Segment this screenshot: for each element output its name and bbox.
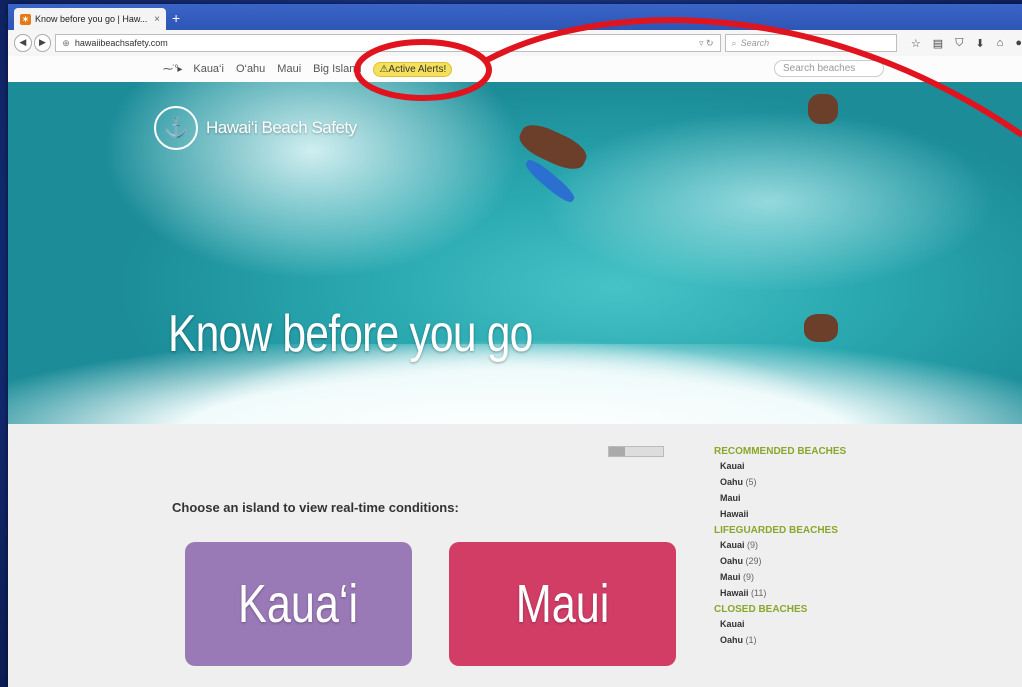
forward-arrow-icon[interactable]: ▶ (33, 34, 52, 52)
back-arrow-icon[interactable]: ◀ (14, 34, 32, 52)
lifeguarded-maui-link[interactable]: Maui (9) (720, 572, 914, 582)
beach-status-sidebar: RECOMMENDED BEACHES Kauai Oahu (5) Maui … (714, 444, 914, 651)
pocket-icon[interactable]: ⛉ (955, 37, 963, 50)
bookmark-star-icon[interactable]: ☆ (911, 37, 921, 50)
reading-list-icon[interactable]: ▤ (933, 37, 943, 50)
nav-oahu[interactable]: O‘ahu (236, 63, 265, 75)
image-slider-control[interactable] (608, 446, 664, 457)
recommended-hawaii-link[interactable]: Hawaii (720, 509, 914, 519)
address-bar[interactable]: ⊕ hawaiibeachsafety.com ▿ ↻ (55, 34, 721, 52)
hero-banner: ⚓ Hawai‘i Beach Safety Know before you g… (8, 82, 1022, 424)
navigation-bar: ◀ ▶ ⊕ hawaiibeachsafety.com ▿ ↻ ⌕ Search… (8, 30, 1022, 57)
logo-emblem-icon: ⚓ (154, 106, 198, 150)
globe-icon: ⊕ (62, 37, 70, 48)
lifeguarded-oahu-link[interactable]: Oahu (29) (720, 556, 914, 566)
closed-heading: CLOSED BEACHES (714, 604, 808, 615)
lifeguarded-heading: LIFEGUARDED BEACHES (714, 525, 838, 536)
nav-maui[interactable]: Maui (277, 63, 301, 75)
choose-island-heading: Choose an island to view real-time condi… (172, 500, 459, 515)
maui-island-button[interactable]: Maui (449, 542, 676, 666)
nav-kauai[interactable]: Kaua‘i (193, 63, 224, 75)
site-logo[interactable]: ⚓ Hawai‘i Beach Safety (154, 106, 357, 150)
closed-kauai-link[interactable]: Kauai (720, 619, 914, 629)
maui-button-label: Maui (515, 574, 610, 634)
nav-big-island[interactable]: Big Island (313, 63, 361, 75)
hero-title: Know before you go (168, 305, 533, 363)
browser-window: ✶ Know before you go | Haw... × + ◀ ▶ ⊕ … (8, 4, 1022, 687)
download-icon[interactable]: ⬇ (975, 37, 984, 50)
recommended-maui-link[interactable]: Maui (720, 493, 914, 503)
swimmer-image (804, 314, 838, 342)
home-icon[interactable]: ⌂ (997, 37, 1004, 50)
tab-close-icon[interactable]: × (154, 14, 160, 25)
active-alerts-button[interactable]: ⚠Active Alerts! (373, 61, 453, 77)
swimmer-image (808, 94, 838, 124)
url-text: hawaiibeachsafety.com (74, 38, 168, 48)
lifeguarded-hawaii-link[interactable]: Hawaii (11) (720, 588, 914, 598)
main-content: Choose an island to view real-time condi… (8, 424, 1022, 687)
site-favicon-icon: ✶ (20, 13, 31, 25)
tab-strip: ✶ Know before you go | Haw... × + (8, 4, 1022, 30)
browser-toolbar: ☆ ▤ ⛉ ⬇ ⌂ ● (911, 37, 1022, 50)
hawaiian-islands-icon[interactable]: ⁓˙°▸ (163, 64, 182, 75)
recommended-kauai-link[interactable]: Kauai (720, 461, 914, 471)
reload-icon[interactable]: ▿ ↻ (699, 38, 714, 49)
kauai-island-button[interactable]: Kaua‘i (185, 542, 412, 666)
browser-search-placeholder: Search (740, 38, 770, 48)
new-tab-button[interactable]: + (172, 10, 180, 26)
tab-title: Know before you go | Haw... (35, 14, 148, 24)
lifeguarded-kauai-link[interactable]: Kauai (9) (720, 540, 914, 550)
logo-text: Hawai‘i Beach Safety (206, 118, 357, 137)
recommended-heading: RECOMMENDED BEACHES (714, 446, 847, 457)
browser-tab[interactable]: ✶ Know before you go | Haw... × (14, 8, 166, 30)
kauai-button-label: Kaua‘i (238, 574, 359, 634)
closed-oahu-link[interactable]: Oahu (1) (720, 635, 914, 645)
magnifier-icon: ⌕ (731, 37, 737, 48)
recommended-oahu-link[interactable]: Oahu (5) (720, 477, 914, 487)
chat-icon[interactable]: ● (1015, 37, 1022, 50)
beach-search-input[interactable]: Search beaches (774, 60, 884, 77)
site-navigation: ⁓˙°▸ Kaua‘i O‘ahu Maui Big Island ⚠Activ… (8, 56, 1022, 82)
browser-search-input[interactable]: ⌕ Search (724, 34, 897, 52)
